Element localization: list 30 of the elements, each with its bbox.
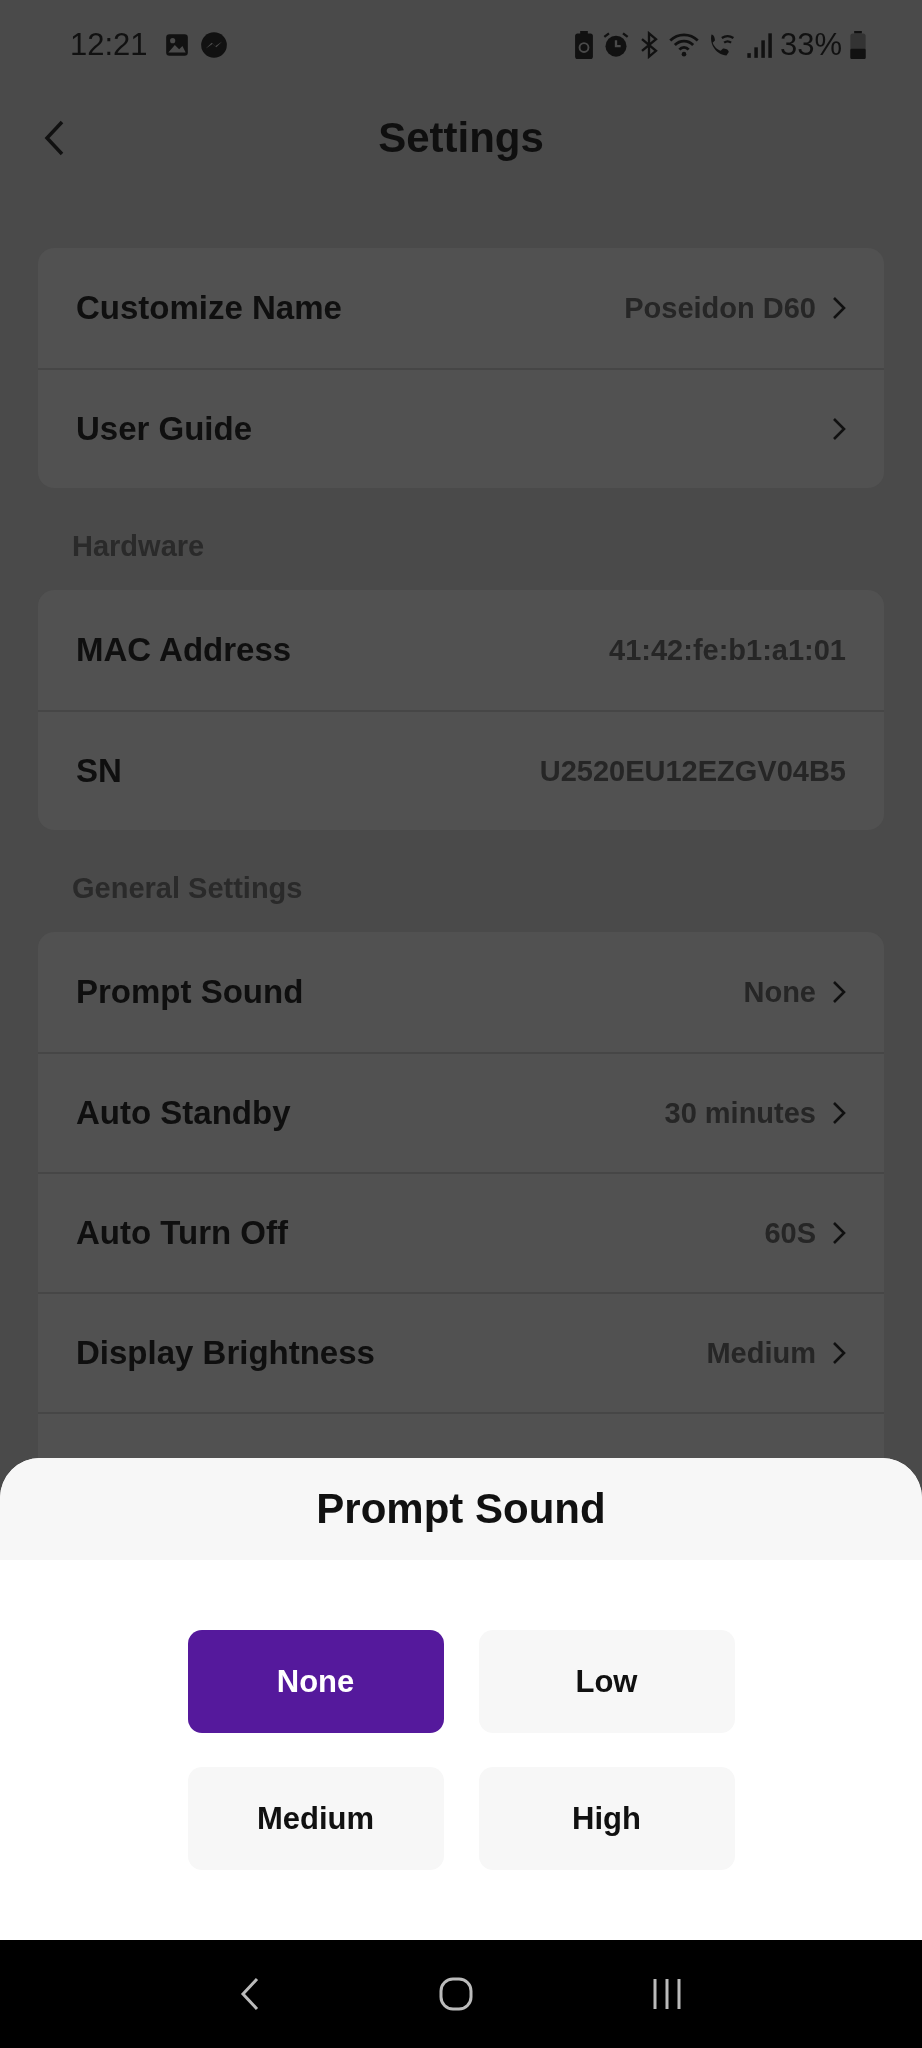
- battery-percent: 33%: [779, 27, 842, 63]
- wifi-icon: [667, 31, 700, 59]
- chevron-right-icon[interactable]: [832, 417, 846, 441]
- option-button[interactable]: Medium: [187, 1767, 444, 1870]
- chevron-right-icon[interactable]: [832, 1101, 846, 1125]
- chevron-right-icon[interactable]: [832, 1341, 846, 1365]
- picture-icon: [163, 32, 190, 58]
- row-label: Customize Name: [76, 289, 342, 327]
- option-button[interactable]: None: [187, 1630, 444, 1733]
- messenger-icon: [199, 31, 228, 59]
- chevron-right-icon[interactable]: [832, 296, 846, 320]
- row-label: Auto Turn Off: [76, 1214, 288, 1252]
- signal-icon: [745, 31, 772, 59]
- battery-saver-icon: [573, 31, 594, 59]
- battery-icon: [850, 31, 866, 59]
- status-time: 12:21: [70, 27, 148, 63]
- option-button[interactable]: Low: [478, 1630, 735, 1733]
- row-label: Display Brightness: [76, 1334, 375, 1372]
- sheet-title: Prompt Sound: [316, 1485, 606, 1533]
- row-label: MAC Address: [76, 631, 292, 669]
- home-icon[interactable]: [438, 1976, 474, 2012]
- row-label: SN: [76, 752, 122, 790]
- page-title: Settings: [378, 114, 544, 162]
- chevron-right-icon[interactable]: [832, 980, 846, 1004]
- option-button[interactable]: High: [478, 1767, 735, 1870]
- row-label: Prompt Sound: [76, 973, 304, 1011]
- chevron-right-icon[interactable]: [832, 1221, 846, 1245]
- row-label: Auto Standby: [76, 1094, 291, 1132]
- row-label: User Guide: [76, 410, 253, 448]
- alarm-icon: [601, 31, 630, 59]
